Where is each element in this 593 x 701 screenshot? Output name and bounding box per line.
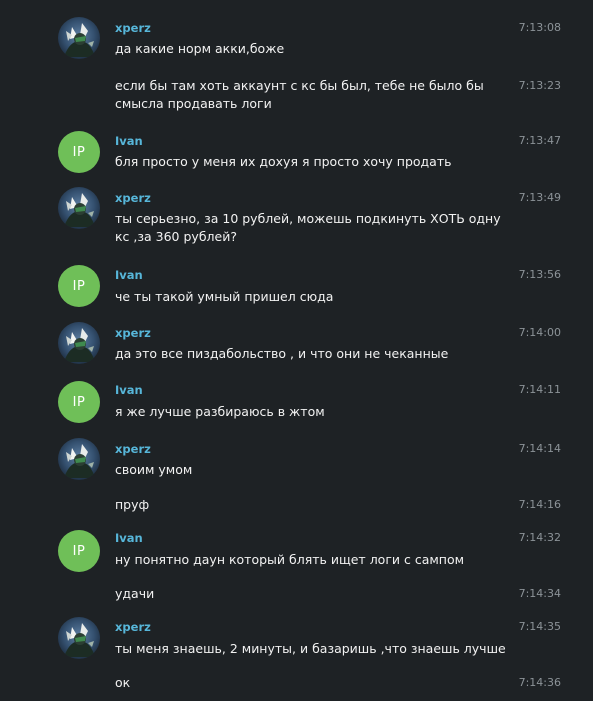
avatar[interactable] — [58, 17, 100, 59]
message-time: 7:14:36 — [518, 676, 561, 689]
anime-avatar-icon — [58, 17, 100, 59]
message-text: пруф — [115, 497, 150, 512]
sender-name[interactable]: Ivan — [115, 531, 143, 545]
sender-name[interactable]: xperz — [115, 326, 151, 340]
message-time: 7:13:56 — [518, 268, 561, 281]
message-time: 7:13:49 — [518, 191, 561, 204]
sender-name[interactable]: xperz — [115, 191, 151, 205]
avatar[interactable]: IP — [58, 265, 100, 307]
message-text: че ты такой умный пришел сюда — [115, 289, 334, 304]
anime-avatar-icon — [58, 322, 100, 364]
message-text: если бы там хоть аккаунт с кс бы был, те… — [115, 78, 484, 111]
message-text: да какие норм акки,боже — [115, 41, 285, 56]
message-time: 7:13:23 — [518, 79, 561, 92]
message-text: своим умом — [115, 462, 193, 477]
avatar[interactable] — [58, 187, 100, 229]
avatar[interactable]: IP — [58, 131, 100, 173]
avatar[interactable]: IP — [58, 530, 100, 572]
message-time: 7:14:11 — [518, 383, 561, 396]
message-time: 7:13:47 — [518, 134, 561, 147]
message-time: 7:14:35 — [518, 620, 561, 633]
anime-avatar-icon — [58, 617, 100, 659]
avatar[interactable] — [58, 438, 100, 480]
sender-name[interactable]: Ivan — [115, 134, 143, 148]
message-text: бля просто у меня их дохуя я просто хочу… — [115, 154, 452, 169]
message-time: 7:13:08 — [518, 21, 561, 34]
message-time: 7:14:16 — [518, 498, 561, 511]
sender-name[interactable]: Ivan — [115, 383, 143, 397]
avatar[interactable] — [58, 617, 100, 659]
sender-name[interactable]: xperz — [115, 620, 151, 634]
message-time: 7:14:14 — [518, 442, 561, 455]
message-text: я же лучше разбираюсь в жтом — [115, 404, 325, 419]
sender-name[interactable]: Ivan — [115, 268, 143, 282]
sender-name[interactable]: xperz — [115, 442, 151, 456]
avatar[interactable]: IP — [58, 381, 100, 423]
sender-name[interactable]: xperz — [115, 21, 151, 35]
message-time: 7:14:34 — [518, 587, 561, 600]
message-time: 7:14:32 — [518, 531, 561, 544]
chat-history: xperz да какие норм акки,боже 7:13:08 ес… — [0, 0, 593, 701]
anime-avatar-icon — [58, 187, 100, 229]
message-text: ок — [115, 675, 131, 690]
anime-avatar-icon — [58, 438, 100, 480]
message-text: да это все пиздабольство , и что они не … — [115, 346, 449, 361]
avatar[interactable] — [58, 322, 100, 364]
message-text: ты серьезно, за 10 рублей, можешь подкин… — [115, 211, 501, 244]
message-text: удачи — [115, 586, 155, 601]
message-text: ну понятно даун который блять ищет логи … — [115, 552, 465, 567]
message-text: ты меня знаешь, 2 минуты, и базаришь ,чт… — [115, 641, 506, 656]
message-time: 7:14:00 — [518, 326, 561, 339]
